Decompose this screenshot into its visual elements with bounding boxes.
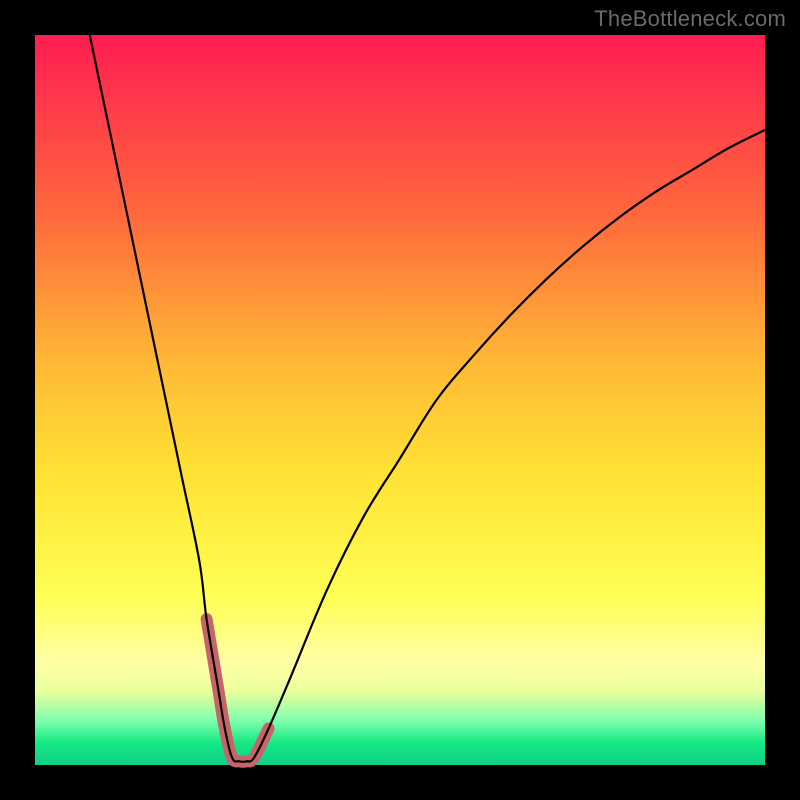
chart-frame: TheBottleneck.com	[0, 0, 800, 800]
highlight-segment	[207, 619, 269, 762]
bottleneck-curve	[90, 35, 765, 762]
curve-layer	[35, 35, 765, 765]
plot-area	[35, 35, 765, 765]
watermark-text: TheBottleneck.com	[594, 6, 786, 32]
